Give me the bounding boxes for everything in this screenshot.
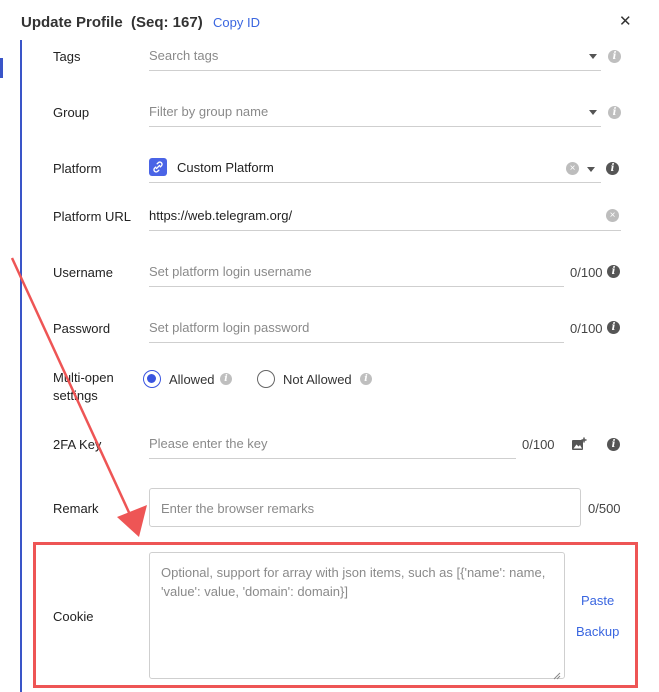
annotation-arrow-head [117,505,147,537]
annotation-arrow [10,257,147,537]
annotation-arrow-line [10,257,134,520]
